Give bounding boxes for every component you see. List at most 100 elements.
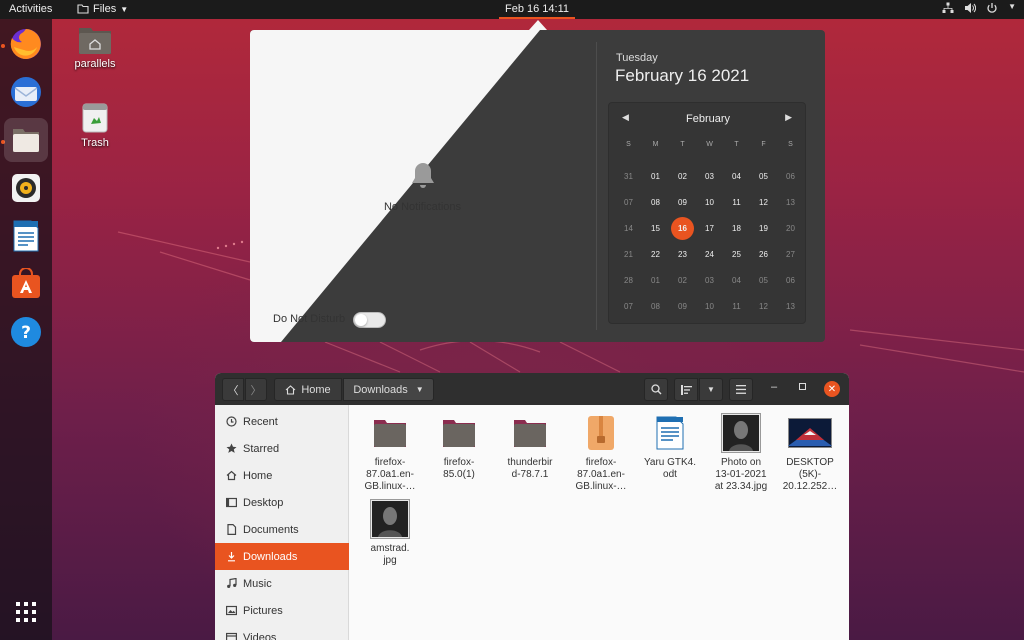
main-menu-button[interactable] <box>729 378 753 401</box>
file-item[interactable]: firefox- 87.0a1.en- GB.linux-… <box>359 413 421 493</box>
home-folder-icon <box>79 28 111 54</box>
maximize-icon[interactable] <box>799 383 806 390</box>
calendar-day[interactable]: 13 <box>777 189 804 215</box>
calendar-day[interactable]: 02 <box>669 163 696 189</box>
path-home-button[interactable]: Home <box>274 378 342 401</box>
app-menu-label: Files <box>93 3 117 15</box>
calendar-day[interactable]: 11 <box>723 189 750 215</box>
calendar-day[interactable]: 04 <box>723 267 750 293</box>
calendar-day[interactable]: 09 <box>669 293 696 319</box>
calendar-day[interactable]: 14 <box>615 215 642 241</box>
dock-libreoffice-writer[interactable] <box>4 214 48 258</box>
file-item[interactable]: DESKTOP (5K)- 20.12.252… <box>779 413 841 493</box>
calendar-day[interactable]: 06 <box>777 267 804 293</box>
popover-arrow <box>529 20 547 30</box>
dock-help[interactable]: ? <box>4 310 48 354</box>
calendar-day[interactable]: 17 <box>696 215 723 241</box>
calendar-day-today[interactable]: 16 <box>671 216 694 240</box>
sidebar-item-label: Documents <box>243 523 299 536</box>
calendar-day[interactable]: 22 <box>642 241 669 267</box>
toggle-knob <box>355 314 367 326</box>
calendar-day[interactable]: 11 <box>723 293 750 319</box>
calendar-day[interactable]: 07 <box>615 189 642 215</box>
show-applications-button[interactable] <box>4 590 48 634</box>
calendar-day[interactable]: 07 <box>615 293 642 319</box>
dock-thunderbird[interactable] <box>4 70 48 114</box>
calendar-day[interactable]: 25 <box>723 241 750 267</box>
calendar-day[interactable]: 18 <box>723 215 750 241</box>
back-button[interactable]: 〈 <box>222 378 244 401</box>
weekday-header: S <box>788 140 793 148</box>
file-item[interactable]: firefox- 85.0(1) <box>428 413 490 481</box>
app-menu[interactable]: Files ▼ <box>77 3 128 15</box>
path-downloads-button[interactable]: Downloads ▼ <box>343 378 434 401</box>
sidebar-item-downloads[interactable]: Downloads <box>215 543 349 570</box>
sidebar-item-starred[interactable]: Starred <box>215 435 349 462</box>
dnd-label: Do Not Disturb <box>273 313 346 325</box>
calendar-full-date[interactable]: February 16 2021 <box>615 66 749 86</box>
activities-button[interactable]: Activities <box>9 3 52 15</box>
calendar-day[interactable]: 10 <box>696 189 723 215</box>
calendar-day[interactable]: 21 <box>615 241 642 267</box>
system-tray[interactable]: ▼ <box>942 2 1016 14</box>
calendar-day[interactable]: 27 <box>777 241 804 267</box>
home-icon <box>285 384 296 395</box>
file-item[interactable]: Yaru GTK4. odt <box>639 413 701 481</box>
desktop-icon-parallels[interactable]: parallels <box>65 25 125 70</box>
calendar-day[interactable]: 03 <box>696 267 723 293</box>
video-icon <box>226 632 237 640</box>
calendar-day[interactable]: 01 <box>642 267 669 293</box>
calendar-day[interactable]: 12 <box>750 189 777 215</box>
calendar-day[interactable]: 05 <box>750 163 777 189</box>
calendar-day[interactable]: 15 <box>642 215 669 241</box>
dnd-toggle[interactable] <box>353 312 386 328</box>
caret-down-icon: ▼ <box>1008 2 1016 11</box>
close-button[interactable]: ✕ <box>824 381 840 397</box>
sidebar-item-home[interactable]: Home <box>215 462 349 489</box>
file-item[interactable]: firefox- 87.0a1.en- GB.linux-… <box>570 413 632 493</box>
calendar-day[interactable]: 08 <box>642 293 669 319</box>
calendar-day[interactable]: 20 <box>777 215 804 241</box>
calendar-day[interactable]: 01 <box>642 163 669 189</box>
calendar-day[interactable]: 04 <box>723 163 750 189</box>
calendar-day[interactable]: 13 <box>777 293 804 319</box>
forward-button[interactable]: 〉 <box>245 378 267 401</box>
next-month-icon[interactable]: ▶ <box>785 112 792 123</box>
calendar-day[interactable]: 02 <box>669 267 696 293</box>
calendar-day[interactable]: 10 <box>696 293 723 319</box>
file-item[interactable]: amstrad. jpg <box>359 499 421 567</box>
sidebar-item-pictures[interactable]: Pictures <box>215 597 349 624</box>
calendar-day[interactable]: 31 <box>615 163 642 189</box>
calendar-day[interactable]: 06 <box>777 163 804 189</box>
calendar-day[interactable]: 28 <box>615 267 642 293</box>
file-item[interactable]: thunderbir d-78.7.1 <box>499 413 561 481</box>
dock-firefox[interactable] <box>4 22 48 66</box>
sidebar-item-desktop[interactable]: Desktop <box>215 489 349 516</box>
clock-button[interactable]: Feb 16 14:11 <box>499 0 575 19</box>
calendar-day[interactable]: 24 <box>696 241 723 267</box>
calendar-day[interactable]: 19 <box>750 215 777 241</box>
calendar-day[interactable]: 09 <box>669 189 696 215</box>
calendar-day[interactable]: 12 <box>750 293 777 319</box>
file-name: amstrad. jpg <box>370 543 410 566</box>
desktop-icon-trash[interactable]: Trash <box>65 102 125 149</box>
sidebar-item-recent[interactable]: Recent <box>215 408 349 435</box>
calendar-day[interactable]: 26 <box>750 241 777 267</box>
calendar-day[interactable]: 03 <box>696 163 723 189</box>
sidebar-item-videos[interactable]: Videos <box>215 624 349 640</box>
calendar-day[interactable]: 05 <box>750 267 777 293</box>
calendar-day[interactable]: 08 <box>642 189 669 215</box>
view-list-button[interactable] <box>674 378 698 401</box>
sidebar-item-documents[interactable]: Documents <box>215 516 349 543</box>
sidebar-item-music[interactable]: Music <box>215 570 349 597</box>
minimize-icon[interactable]: – <box>771 381 777 393</box>
view-options-button[interactable]: ▼ <box>699 378 723 401</box>
folder-icon <box>499 413 561 453</box>
dock-ubuntu-software[interactable] <box>4 262 48 306</box>
calendar-day[interactable]: 23 <box>669 241 696 267</box>
search-button[interactable] <box>644 378 668 401</box>
music-icon <box>226 578 237 589</box>
dock-files[interactable] <box>4 118 48 162</box>
dock-rhythmbox[interactable] <box>4 166 48 210</box>
file-item[interactable]: Photo on 13-01-2021 at 23.34.jpg <box>710 413 772 493</box>
